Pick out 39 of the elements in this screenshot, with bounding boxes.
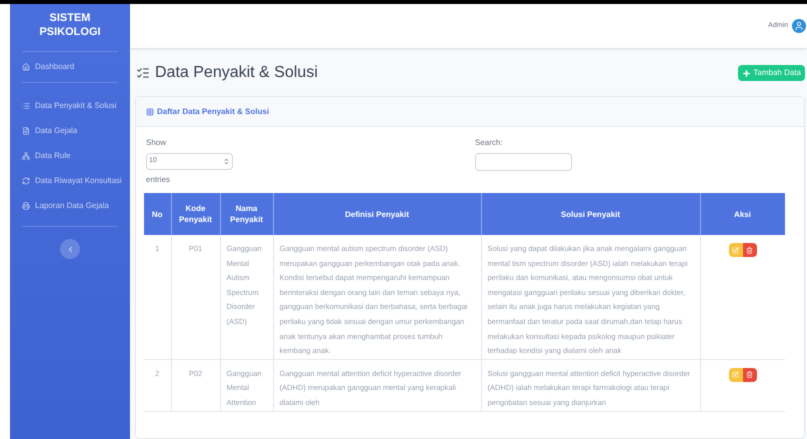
show-label: Show (146, 137, 168, 149)
table-icon (146, 108, 154, 116)
sidebar-item[interactable]: Data Gejala (10, 118, 130, 143)
user-avatar-icon[interactable] (792, 19, 806, 33)
network-icon (22, 152, 30, 160)
column-header[interactable]: Aksi (700, 193, 785, 235)
sidebar-item[interactable]: Dashboard (10, 52, 130, 82)
delete-button[interactable] (742, 368, 757, 382)
sidebar-item[interactable]: Data Penyakit & Solusi (10, 93, 130, 118)
edit-icon (732, 371, 740, 378)
sidebar-toggle-button[interactable] (60, 239, 80, 259)
column-header[interactable]: Definisi Penyakit (273, 193, 481, 235)
trash-icon (746, 246, 754, 254)
entries-label: entries (146, 174, 172, 186)
sidebar-item[interactable]: Data Riwayat Konsultasi (10, 168, 130, 193)
column-header[interactable]: Solusi Penyakit (481, 193, 700, 235)
column-header[interactable]: Kode Penyakit (171, 193, 220, 235)
home-icon (22, 63, 30, 71)
sidebar-item[interactable]: Data Rule (10, 143, 130, 168)
checklist-icon (136, 66, 150, 80)
search-label: Search: (475, 137, 504, 149)
file-icon (22, 126, 30, 134)
sidebar-item[interactable]: Laporan Data Gejala (10, 193, 130, 218)
page-title: Data Penyakit & Solusi (155, 63, 318, 83)
search-field[interactable] (475, 153, 572, 171)
card-title: Daftar Data Penyakit & Solusi (157, 106, 270, 118)
history-icon (22, 176, 30, 184)
edit-button[interactable] (728, 368, 743, 382)
trash-icon (746, 371, 754, 378)
column-header[interactable]: No (144, 193, 171, 235)
edit-button[interactable] (728, 243, 743, 257)
select-arrows-icon (223, 158, 230, 165)
edit-icon (732, 246, 740, 254)
column-header[interactable]: Nama Penyakit (220, 193, 273, 235)
delete-button[interactable] (742, 243, 757, 257)
brand-title[interactable]: SISTEM PSIKOLOGI (22, 4, 118, 52)
list-icon (22, 102, 30, 110)
print-icon (22, 202, 30, 210)
plus-icon (742, 68, 752, 78)
